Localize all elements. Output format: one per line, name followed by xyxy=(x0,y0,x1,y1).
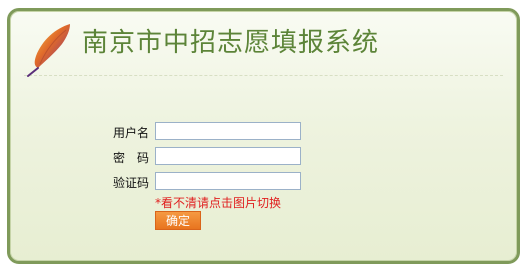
captcha-label: 验证码 xyxy=(112,176,149,190)
password-input[interactable] xyxy=(155,147,301,165)
captcha-input[interactable] xyxy=(155,172,301,190)
login-form: 用户名 密 码 验证码 *看不清请点击图片切换 确定 xyxy=(0,0,529,279)
submit-button[interactable]: 确定 xyxy=(155,211,201,230)
captcha-hint[interactable]: *看不清请点击图片切换 xyxy=(155,194,281,211)
username-input[interactable] xyxy=(155,122,301,140)
password-label: 密 码 xyxy=(112,151,149,165)
username-label: 用户名 xyxy=(112,126,149,140)
